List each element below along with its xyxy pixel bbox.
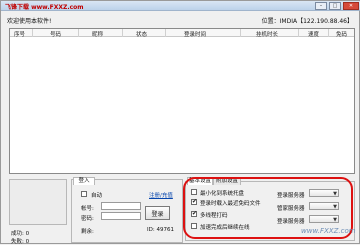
col-login-time: 登录时间 [184,32,207,38]
stats-area: 成功: 0 失败: 0 [9,179,67,245]
account-input[interactable] [101,202,141,210]
password-label: 密码: [81,216,94,222]
account-table[interactable]: 序号 号码 昵称 状态 登录时间 挂机时长 速度 免码 [9,28,355,174]
col-number: 号码 [50,32,62,38]
table-header: 序号 号码 昵称 状态 登录时间 挂机时长 速度 免码 [10,29,354,38]
success-count: 成功: 0 [11,231,30,237]
maximize-button[interactable]: □ [329,2,341,10]
col-status: 状态 [136,32,148,38]
col-online-duration: 挂机时长 [256,32,279,38]
minimize-button[interactable]: – [315,2,327,10]
password-input[interactable] [101,212,141,220]
auto-login-checkbox[interactable] [81,191,87,197]
login-button[interactable]: 登录 [145,206,170,220]
register-link[interactable]: 注册/充值 [149,191,173,199]
tab-login[interactable]: 登入 [73,177,95,185]
account-label: 帐号: [81,206,94,212]
title-bar: 飞锋下载 www.FXXZ.com – □ ✕ [1,1,360,11]
location-text: 位置：IMDIA【122.190.88.46】 [261,18,353,25]
col-code-free: 免码 [336,32,348,38]
col-index: 序号 [14,32,26,38]
col-speed: 速度 [308,32,320,38]
window-title: 飞锋下载 www.FXXZ.com [5,4,84,11]
remaining-label: 剩余: [81,229,94,235]
stats-panel [9,179,67,225]
col-nickname: 昵称 [92,32,104,38]
watermark: www.FXXZ.com [301,227,356,235]
auto-login-label: 自动 [91,193,103,199]
top-info-bar: 欢迎使用本软件! 位置：IMDIA【122.190.88.46】 [3,13,359,26]
welcome-text: 欢迎使用本软件! [7,18,52,25]
id-label: ID: 49761 [147,227,174,233]
window-controls: – □ ✕ [315,2,359,10]
close-button[interactable]: ✕ [343,2,359,10]
main-window: 飞锋下载 www.FXXZ.com – □ ✕ 欢迎使用本软件! 位置：IMDI… [0,0,360,245]
